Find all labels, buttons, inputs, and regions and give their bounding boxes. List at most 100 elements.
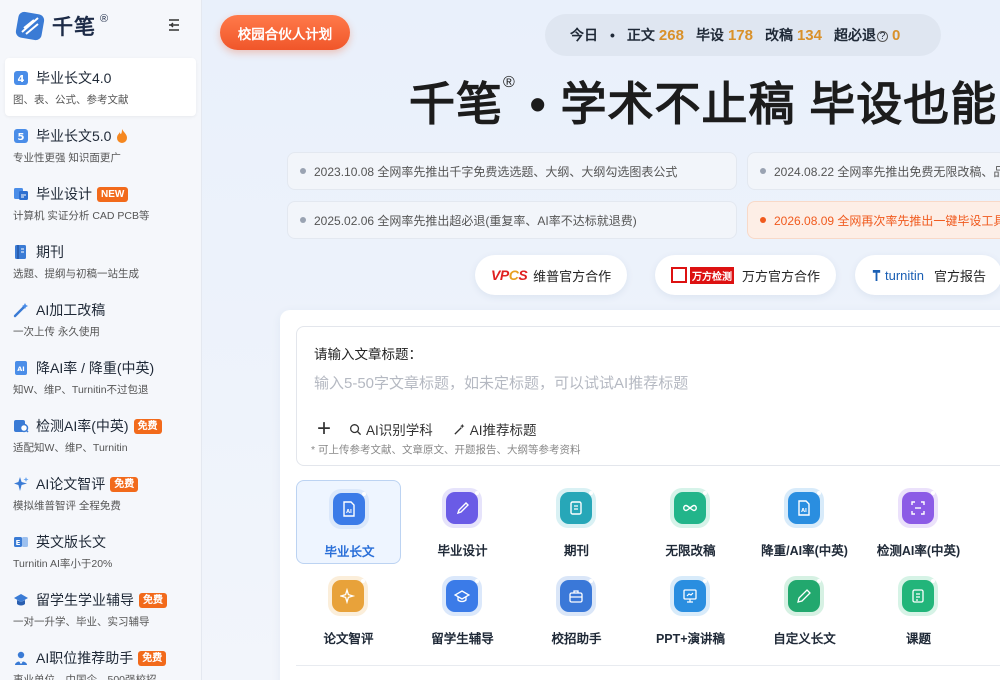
tile-thesis[interactable]: AI 毕业长文 [296,480,401,564]
tile-detect-ai[interactable]: 检测AI率(中英) [866,480,971,564]
sidebar-item-label: AI职位推荐助手 [36,650,134,666]
tile-label: 校招助手 [551,632,602,646]
search-ai-icon [350,423,362,435]
sidebar-item-label: 英文版长文 [36,534,106,550]
sidebar-item-label: 毕业长文4.0 [36,70,112,86]
partner-wanfang[interactable]: 万方检测 万方官方合作 [655,255,837,295]
tile-label: PPT+演讲稿 [655,632,726,646]
sidebar-item-reduce-ai[interactable]: AI 降AI率 / 降重(中英) 知W、维P、Turnitin不过包退 [0,348,201,406]
tool-label: AI推荐标题 [469,423,537,438]
tile-icon-wrap: AI [329,489,369,529]
tile-icon-wrap [556,488,596,528]
tile-icon-wrap [442,488,482,528]
stat-label: 正文 [626,27,655,43]
tile-label: 毕业设计 [437,544,488,558]
sidebar-item-desc: 计算机 实证分析 CAD PCB等 [13,210,150,222]
svg-text:E: E [16,539,21,547]
sidebar-item-desc: 事业单位、中国企、500强校招 [13,674,157,680]
tile-label: 期刊 [563,544,589,558]
tile-icon-wrap [670,488,710,528]
tile-campus-recruit[interactable]: 校招助手 [524,568,629,652]
ai-reduce-icon: AI [13,360,29,376]
sidebar-nav: 4 毕业长文4.0 图、表、公式、参考文献 5 毕业长文5.0 专业性更强 知识… [0,58,201,680]
divider [296,665,1000,666]
tile-label: 无限改稿 [665,544,716,558]
tile-journal[interactable]: 期刊 [524,480,629,564]
stat-value: 178 [727,27,753,44]
sidebar-item-detect-ai[interactable]: 检测AI率(中英) 免费 适配知W、维P、Turnitin [0,406,201,464]
tile-icon-wrap [670,576,710,616]
bullet-icon [760,217,766,223]
sidebar-item-label: 留学生学业辅导 [36,592,134,608]
sidebar-item-thesis-5[interactable]: 5 毕业长文5.0 专业性更强 知识面更广 [0,116,201,174]
brand-logo-icon [15,11,45,41]
news-item[interactable]: 2024.08.22 全网率先推出免费无限改稿、品 [747,152,1000,190]
tile-unlimited-edit[interactable]: 无限改稿 [638,480,743,564]
help-icon[interactable]: ? [877,30,888,42]
scan-icon [902,492,934,524]
free-badge: 免费 [139,592,167,608]
tile-icon-wrap [328,576,368,616]
ai-title-button[interactable]: AI推荐标题 [453,419,537,439]
composer-card: 请输入文章标题： + AI识别学科 AI推荐标题 * 可上传参考文献、文章原文、… [280,310,1000,680]
sidebar-item-design[interactable]: 毕业设计 NEW 计算机 实证分析 CAD PCB等 [0,174,201,232]
stat-value: 268 [658,27,684,44]
news-item[interactable]: 2025.02.06 全网率先推出超必退(重复率、AI率不达标就退费) [287,201,737,239]
upload-hint: * 可上传参考文献、文章原文、开题报告、大纲等参考资料 [311,444,581,456]
tile-icon-wrap: AI [784,488,824,528]
sidebar-item-label: 毕业长文5.0 [36,128,112,144]
sidebar-item-job[interactable]: AI职位推荐助手 免费 事业单位、中国企、500强校招 [0,638,201,680]
title-input-label: 请输入文章标题： [314,347,422,362]
tile-label: 降重/AI率(中英) [761,544,848,558]
bullet-icon [300,168,306,174]
hero-brand: 千笔 [409,78,503,130]
news-item[interactable]: 2023.10.08 全网率先推出千字免费选选题、大纲、大纲勾选图表公式 [287,152,737,190]
svg-text:AI: AI [346,509,352,515]
bullet-icon [300,217,306,223]
tool-label: AI识别学科 [366,423,433,438]
sidebar-item-journal[interactable]: 期刊 选题、提纲与初稿一站生成 [0,232,201,290]
sidebar-item-ai-edit[interactable]: AI加工改稿 一次上传 永久使用 [0,290,201,348]
free-badge: 免费 [138,650,167,666]
hero-registered: ® [503,74,516,91]
partner-turnitin[interactable]: turnitin 官方报告 [855,255,1000,295]
infinity-icon [674,492,706,524]
ai-subject-button[interactable]: AI识别学科 [349,419,433,439]
stat-label: 毕设 [695,27,724,43]
journal-icon [560,492,592,524]
tile-ppt[interactable]: PPT+演讲稿 [638,568,743,652]
sidebar-item-english[interactable]: E 英文版长文 Turnitin AI率小于20% [0,522,201,580]
stat-value: 134 [796,27,822,44]
collapse-sidebar-icon[interactable] [166,17,182,33]
campus-partner-button[interactable]: 校园合伙人计划 [220,15,350,50]
upload-plus-button[interactable]: + [317,417,331,441]
news-item-hot[interactable]: 2026.08.09 全网再次率先推出一键毕设工具 [747,201,1000,239]
tile-label: 留学生辅导 [431,632,494,646]
free-badge: 免费 [133,418,162,434]
partner-vpcs[interactable]: VPCS 维普官方合作 [475,255,628,295]
presentation-icon [674,580,706,612]
sidebar-item-overseas[interactable]: 留学生学业辅导 免费 一对一升学、毕业、实习辅导 [0,580,201,638]
tile-design[interactable]: 毕业设计 [410,480,515,564]
sidebar-item-thesis-4[interactable]: 4 毕业长文4.0 图、表、公式、参考文献 [5,58,196,116]
tile-overseas[interactable]: 留学生辅导 [410,568,515,652]
tile-label: 毕业长文 [324,545,375,559]
clipboard-icon [902,580,934,612]
compass-pen-icon [446,492,478,524]
sidebar-item-desc: 选题、提纲与初稿一站生成 [13,268,139,280]
tile-label: 课题 [905,632,931,646]
stat-value: 0 [892,27,901,44]
tile-reduce-ai[interactable]: AI 降重/AI率(中英) [752,480,857,564]
stat-gaigao: 改稿 134 [765,25,822,45]
tile-custom-thesis[interactable]: 自定义长文 [752,568,857,652]
free-badge: 免费 [110,476,139,492]
sidebar-item-desc: 图、表、公式、参考文献 [13,94,129,106]
hero-title: 千笔® • 学术不止稿 毕设也能 [409,68,997,134]
stat-zhengwen: 正文 268 [627,25,684,45]
tile-review[interactable]: 论文智评 [296,568,401,652]
title-input[interactable] [314,369,994,397]
tile-icon-wrap [898,576,938,616]
sidebar-item-review[interactable]: AI论文智评 免费 模拟维普智评 全程免费 [0,464,201,522]
tile-label: 自定义长文 [773,632,836,646]
tile-topic[interactable]: 课题 [866,568,971,652]
